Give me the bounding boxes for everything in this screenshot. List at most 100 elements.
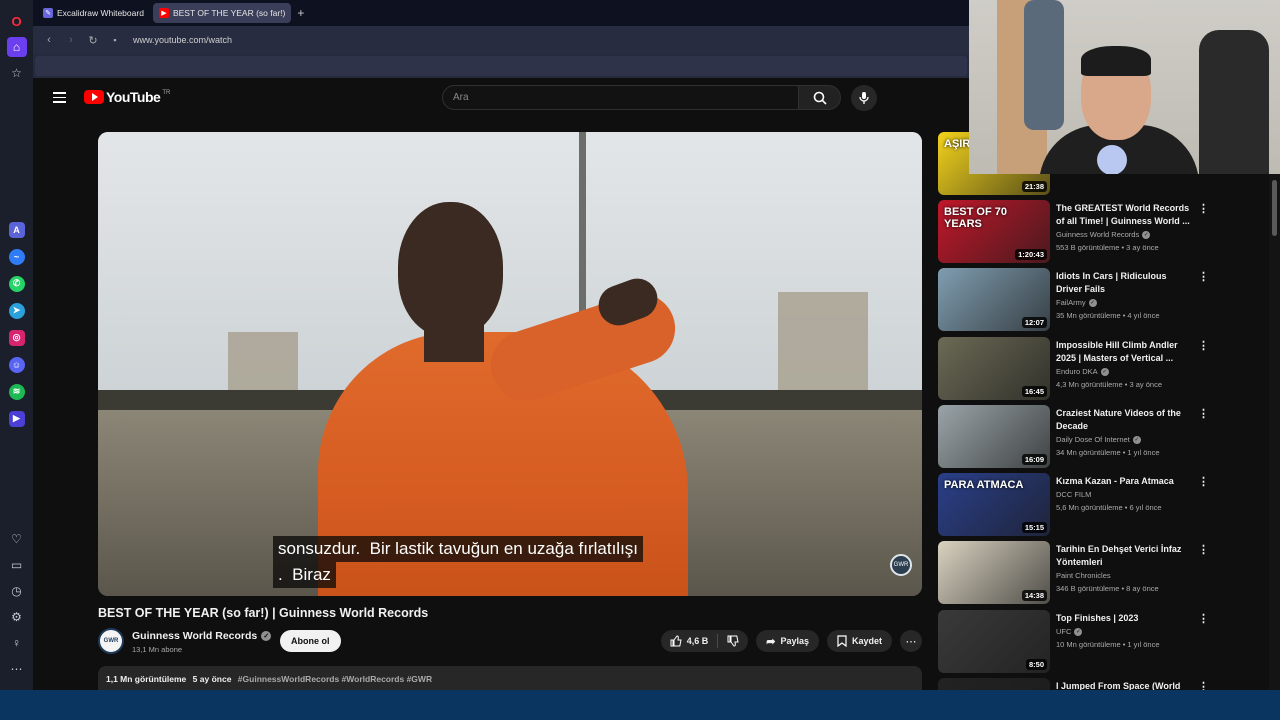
kebab-menu-icon[interactable]: ⋮ [1198, 407, 1209, 420]
recommendation-thumbnail[interactable]: 12:07 [938, 268, 1050, 331]
heart-icon[interactable]: ♡ [7, 529, 27, 549]
messenger-icon[interactable]: ~ [8, 248, 25, 265]
home-icon[interactable]: ⌂ [6, 37, 27, 57]
spotify-icon[interactable]: ≋ [8, 383, 25, 400]
kebab-menu-icon[interactable]: ⋮ [1198, 270, 1209, 283]
recommendation-channel[interactable]: Guinness World Records ✓ [1056, 230, 1151, 239]
recommendation-thumbnail[interactable]: 16:09 [938, 405, 1050, 468]
more-icon[interactable]: ⋯ [7, 659, 27, 679]
video-duration: 21:38 [1021, 181, 1047, 192]
recommendation-title[interactable]: Craziest Nature Videos of the Decade [1056, 407, 1194, 433]
more-actions-icon[interactable]: ⋯ [900, 630, 922, 652]
star-icon[interactable]: ☆ [7, 63, 27, 83]
channel-watermark[interactable]: GWR [890, 554, 912, 576]
kebab-menu-icon[interactable]: ⋮ [1198, 339, 1209, 352]
channel-row: GWR Guinness World Records ✓ 13,1 Mn abo… [98, 628, 922, 658]
recommendation-channel-name: Daily Dose Of Internet [1056, 435, 1130, 444]
recommendation-channel[interactable]: FailArmy ✓ [1056, 298, 1097, 307]
video-duration: 8:50 [1025, 659, 1047, 670]
recommendation-title[interactable]: The GREATEST World Records of all Time! … [1056, 202, 1194, 228]
save-button[interactable]: Kaydet [826, 630, 892, 652]
recommendation-title[interactable]: Idiots In Cars | Ridiculous Driver Fails [1056, 270, 1194, 296]
description-box[interactable]: 1,1 Mn görüntüleme 5 ay önce #GuinnessWo… [98, 666, 922, 690]
recommendation-channel-name: DCC FILM [1056, 490, 1092, 499]
hashtags[interactable]: #GuinnessWorldRecords #WorldRecords #GWR [238, 674, 432, 684]
pin-icon[interactable]: ♀ [7, 633, 27, 653]
video-player[interactable]: sonsuzdur. Bir lastik tavuğun en uzağa f… [98, 132, 922, 596]
tab-excalidraw[interactable]: ✎ Excalidraw Whiteboard [37, 3, 150, 23]
discord-icon[interactable]: ☺ [8, 356, 25, 373]
settings-icon[interactable]: ⚙ [7, 607, 27, 627]
telegram-icon[interactable]: ➤ [8, 302, 25, 319]
recommendation-thumbnail[interactable]: 14:38 [938, 541, 1050, 604]
channel-name[interactable]: Guinness World Records ✓ [132, 630, 272, 642]
share-icon: ➦ [766, 635, 776, 648]
recommendation-item[interactable]: 16:45 Impossible Hill Climb Andler 2025 |… [938, 337, 1213, 401]
aria-icon[interactable]: A [8, 221, 25, 238]
recommendation-thumbnail[interactable]: PARA ATMACA 15:15 [938, 473, 1050, 536]
reload-icon[interactable]: ↻ [85, 34, 101, 47]
recommendation-channel[interactable]: Enduro DKA ✓ [1056, 367, 1109, 376]
kebab-menu-icon[interactable]: ⋮ [1198, 543, 1209, 556]
recommendation-thumbnail[interactable] [938, 678, 1050, 690]
recommendation-channel[interactable]: Paint Chronicles [1056, 571, 1111, 580]
recommendation-thumbnail[interactable]: BEST OF 70 YEARS 1:20:43 [938, 200, 1050, 263]
kebab-menu-icon[interactable]: ⋮ [1198, 202, 1209, 215]
video-frame-person-head [398, 202, 503, 337]
recommendation-item[interactable]: 12:07 Idiots In Cars | Ridiculous Driver … [938, 268, 1213, 332]
youtube-logo[interactable]: YouTube TR [84, 89, 170, 105]
recommendation-channel-name: Guinness World Records [1056, 230, 1140, 239]
page-scrollbar[interactable] [1269, 174, 1280, 690]
tab-label: BEST OF THE YEAR (so far!) [172, 8, 286, 18]
search-input[interactable] [453, 92, 798, 103]
recommendation-thumbnail[interactable]: 16:45 [938, 337, 1050, 400]
recommendation-channel[interactable]: Daily Dose Of Internet ✓ [1056, 435, 1141, 444]
new-tab-icon[interactable]: + [297, 6, 304, 20]
instagram-icon[interactable]: ◎ [8, 329, 25, 346]
history-icon[interactable]: ◷ [7, 581, 27, 601]
recommendation-channel-name: Enduro DKA [1056, 367, 1098, 376]
address-bar: ‹ › ↻ ▪ www.youtube.com/watch [33, 26, 969, 54]
recommendation-title[interactable]: I Jumped From Space (World [1056, 680, 1194, 690]
recommendation-item[interactable]: 16:09 Craziest Nature Videos of the Decad… [938, 405, 1213, 469]
whatsapp-icon[interactable]: ✆ [8, 275, 25, 292]
back-icon[interactable]: ‹ [41, 34, 57, 46]
recommendation-title[interactable]: Tarihin En Dehşet Verici İnfaz Yöntemler… [1056, 543, 1194, 569]
opera-logo-icon[interactable]: O [7, 11, 27, 31]
subscribe-button[interactable]: Abone ol [280, 630, 341, 652]
recommendation-channel[interactable]: DCC FILM [1056, 490, 1091, 499]
url-field[interactable]: www.youtube.com/watch [133, 35, 232, 45]
recommendation-title[interactable]: Top Finishes | 2023 [1056, 612, 1194, 625]
thumbs-down-icon [727, 635, 739, 647]
recommendation-item[interactable]: PARA ATMACA 15:15 Kızma Kazan - Para Atmac… [938, 473, 1213, 537]
channel-avatar[interactable]: GWR [98, 628, 124, 654]
voice-search-button[interactable] [851, 85, 877, 111]
tab-youtube[interactable]: ▶ BEST OF THE YEAR (so far!) [152, 3, 292, 23]
player-icon[interactable]: ▶ [8, 410, 25, 427]
scrollbar-thumb[interactable] [1272, 180, 1277, 236]
verified-icon: ✓ [1100, 367, 1109, 376]
recommendation-channel[interactable]: UFC ✓ [1056, 627, 1083, 636]
dislike-button[interactable] [718, 635, 748, 647]
menu-icon[interactable] [53, 92, 66, 103]
kebab-menu-icon[interactable]: ⋮ [1198, 612, 1209, 625]
recommendation-item[interactable]: I Jumped From Space (World ⋮ [938, 678, 1213, 690]
forward-icon[interactable]: › [63, 34, 79, 46]
share-button[interactable]: ➦ Paylaş [756, 630, 819, 652]
search-button[interactable] [798, 85, 841, 110]
screen: O ⌂ ☆ A ~ ✆ ➤ ◎ ☺ ≋ ▶ ♡ ▭ ◷ ⚙ ♀ ⋯ ✎ Exca… [0, 0, 1280, 720]
chat-icon[interactable]: ▭ [7, 555, 27, 575]
thumbnail-text: BEST OF 70 YEARS [944, 206, 1007, 230]
verified-icon: ✓ [1088, 298, 1097, 307]
recommendation-item[interactable]: 14:38 Tarihin En Dehşet Verici İnfaz Yönt… [938, 541, 1213, 605]
like-button[interactable]: 4,6 B [661, 635, 718, 647]
tab-bar: ✎ Excalidraw Whiteboard ▶ BEST OF THE YE… [33, 0, 969, 26]
verified-icon: ✓ [1142, 230, 1151, 239]
recommendation-item[interactable]: 8:50 Top Finishes | 2023 UFC ✓ 10 Mn görüntü… [938, 610, 1213, 674]
recommendation-thumbnail[interactable]: 8:50 [938, 610, 1050, 673]
recommendation-title[interactable]: Impossible Hill Climb Andler 2025 | Mast… [1056, 339, 1194, 365]
recommendation-item[interactable]: BEST OF 70 YEARS 1:20:43 The GREATEST Worl… [938, 200, 1213, 264]
recommendation-title[interactable]: Kızma Kazan - Para Atmaca [1056, 475, 1194, 488]
kebab-menu-icon[interactable]: ⋮ [1198, 680, 1209, 690]
kebab-menu-icon[interactable]: ⋮ [1198, 475, 1209, 488]
